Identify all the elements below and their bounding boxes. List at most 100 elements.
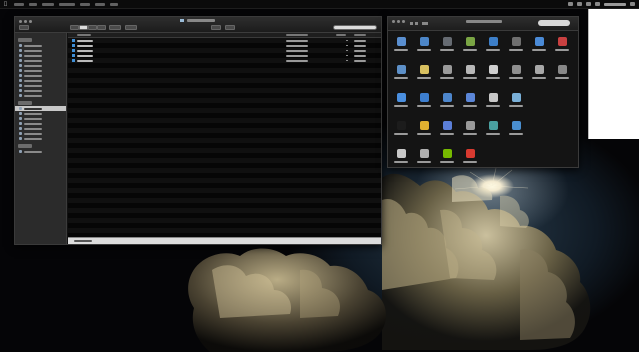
sidebar-item[interactable] xyxy=(15,93,66,98)
preference-pane[interactable] xyxy=(530,35,548,61)
column-header-kind[interactable] xyxy=(354,34,366,36)
preference-label xyxy=(486,77,500,79)
menu-item-view[interactable] xyxy=(59,2,75,6)
preference-pane[interactable] xyxy=(415,119,433,145)
preference-pane[interactable] xyxy=(530,63,548,89)
preference-pane[interactable] xyxy=(553,63,571,89)
bluetooth-icon xyxy=(465,93,475,102)
back-forward-button[interactable] xyxy=(19,25,29,30)
app-menu[interactable] xyxy=(14,2,24,6)
file-date xyxy=(286,40,308,42)
drive-icon xyxy=(19,117,22,120)
file-name xyxy=(77,45,93,47)
file-kind xyxy=(354,55,366,57)
spotlight-search-icon[interactable] xyxy=(630,2,635,6)
search-field[interactable] xyxy=(333,25,377,30)
view-coverflow-button[interactable] xyxy=(97,25,106,30)
preference-pane[interactable] xyxy=(507,35,525,61)
preference-pane[interactable] xyxy=(438,119,456,145)
column-header-date[interactable] xyxy=(286,34,308,36)
preference-label xyxy=(394,49,408,51)
preference-pane[interactable] xyxy=(392,91,410,117)
sidebar-item[interactable] xyxy=(15,136,66,141)
folder-icon xyxy=(72,54,75,57)
preference-pane[interactable] xyxy=(392,35,410,61)
arrange-button[interactable] xyxy=(109,25,121,30)
preference-pane[interactable] xyxy=(438,63,456,89)
language-icon xyxy=(488,37,498,46)
status-icon[interactable] xyxy=(568,2,573,6)
file-row[interactable] xyxy=(68,58,381,63)
file-date xyxy=(286,60,308,62)
blank-window[interactable] xyxy=(588,9,639,139)
view-list-button[interactable] xyxy=(79,25,88,30)
preference-pane[interactable] xyxy=(461,119,479,145)
preference-pane[interactable] xyxy=(415,35,433,61)
preference-pane[interactable] xyxy=(392,119,410,145)
preference-pane[interactable] xyxy=(484,119,502,145)
menu-item-help[interactable] xyxy=(110,2,118,6)
preference-label xyxy=(532,77,546,79)
sidebar-item-label xyxy=(24,64,42,67)
preference-pane[interactable] xyxy=(507,91,525,117)
preference-pane[interactable] xyxy=(484,63,502,89)
drive-icon xyxy=(19,127,22,130)
view-column-button[interactable] xyxy=(88,25,97,30)
preference-pane[interactable] xyxy=(392,63,410,89)
sidebar-item-label xyxy=(24,74,42,77)
action-button[interactable] xyxy=(125,25,137,30)
zoom-button[interactable] xyxy=(402,20,405,23)
file-date xyxy=(286,45,308,47)
preference-pane[interactable] xyxy=(392,147,410,173)
cds-dvds-icon xyxy=(396,65,406,74)
file-date xyxy=(286,55,308,57)
minimize-button[interactable] xyxy=(24,20,27,23)
preference-pane[interactable] xyxy=(461,147,479,173)
sound-icon xyxy=(557,65,567,74)
zoom-button[interactable] xyxy=(29,20,32,23)
share-button[interactable] xyxy=(211,25,221,30)
printers-icon xyxy=(534,65,544,74)
preference-label xyxy=(486,49,500,51)
menu-item-go[interactable] xyxy=(80,2,90,6)
preference-pane[interactable] xyxy=(415,63,433,89)
preference-pane[interactable] xyxy=(438,35,456,61)
view-icon-button[interactable] xyxy=(70,25,79,30)
preference-pane[interactable] xyxy=(461,35,479,61)
sidebar-item-label xyxy=(24,54,42,57)
search-field[interactable] xyxy=(538,20,570,26)
wifi-icon[interactable] xyxy=(577,2,582,6)
column-header-name[interactable] xyxy=(77,34,91,36)
minimize-button[interactable] xyxy=(397,20,400,23)
preference-pane[interactable] xyxy=(507,119,525,145)
battery-icon[interactable] xyxy=(595,2,600,6)
preference-pane[interactable] xyxy=(461,91,479,117)
preference-pane[interactable] xyxy=(484,91,502,117)
preference-pane[interactable] xyxy=(415,147,433,173)
tags-button[interactable] xyxy=(225,25,235,30)
file-size xyxy=(346,50,348,51)
menu-item-window[interactable] xyxy=(95,2,105,6)
preference-pane[interactable] xyxy=(438,147,456,173)
column-header-size[interactable] xyxy=(336,34,346,36)
preference-pane[interactable] xyxy=(484,35,502,61)
sidebar-item[interactable] xyxy=(15,149,66,154)
menu-clock[interactable] xyxy=(604,2,626,6)
close-button[interactable] xyxy=(19,20,22,23)
preference-pane[interactable] xyxy=(415,91,433,117)
apple-menu-icon[interactable]:  xyxy=(4,1,9,7)
preference-pane[interactable] xyxy=(461,63,479,89)
sidebar-item-label xyxy=(24,137,42,140)
show-all-icon[interactable] xyxy=(422,22,428,25)
forward-icon[interactable] xyxy=(415,22,418,25)
back-icon[interactable] xyxy=(410,22,413,25)
file-kind xyxy=(354,60,366,62)
preference-pane[interactable] xyxy=(438,91,456,117)
menu-item-file[interactable] xyxy=(29,2,37,6)
folder-icon xyxy=(19,69,22,72)
preference-pane[interactable] xyxy=(507,63,525,89)
close-button[interactable] xyxy=(392,20,395,23)
menu-item-edit[interactable] xyxy=(42,2,54,6)
volume-icon[interactable] xyxy=(586,2,591,6)
preference-pane[interactable] xyxy=(553,35,571,61)
